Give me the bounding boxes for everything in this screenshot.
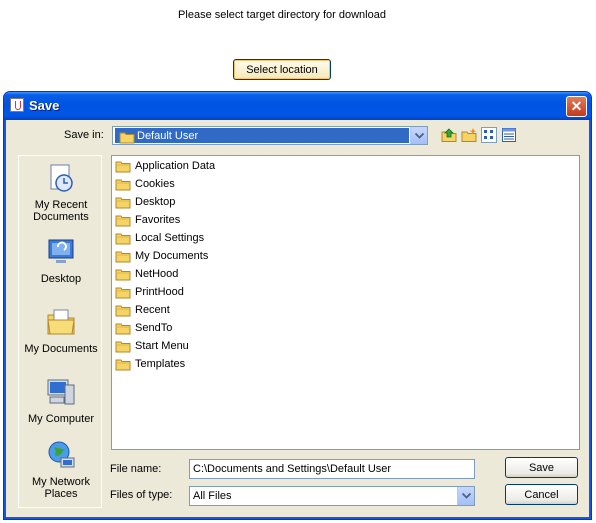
folder-icon — [115, 233, 131, 244]
java-icon — [10, 98, 24, 112]
my-computer-icon — [47, 379, 75, 405]
folder-list-item[interactable]: NetHood — [115, 265, 178, 283]
place-label: Desktop — [40, 273, 82, 285]
desktop-icon — [48, 239, 74, 263]
folder-icon — [115, 305, 131, 316]
places-bar: My Recent Documents Desktop My Documents — [18, 155, 102, 508]
save-button[interactable]: Save — [505, 457, 578, 478]
folder-list-item[interactable]: Favorites — [115, 211, 180, 229]
folder-name: PrintHood — [135, 286, 184, 298]
save-in-selection: Default User — [115, 128, 409, 144]
place-my-documents[interactable]: My Documents — [19, 306, 103, 355]
dialog-title-bar[interactable]: Save ✕ — [4, 92, 591, 120]
save-in-combo[interactable]: Default User — [112, 126, 428, 145]
download-prompt: Please select target directory for downl… — [178, 9, 386, 21]
folder-name: Application Data — [135, 160, 216, 172]
place-desktop[interactable]: Desktop — [19, 236, 103, 285]
place-my-network-places[interactable]: My Network Places — [19, 439, 103, 500]
file-list[interactable]: Application Data Cookies Desktop Favorites L… — [111, 155, 580, 450]
folder-icon — [115, 341, 131, 352]
place-label: My Documents — [24, 343, 98, 355]
folder-name: My Documents — [135, 250, 209, 262]
chevron-down-icon[interactable] — [410, 127, 427, 144]
select-location-button[interactable]: Select location — [233, 59, 331, 80]
folder-icon — [115, 197, 131, 208]
folder-icon — [115, 269, 131, 280]
folder-list-item[interactable]: Start Menu — [115, 337, 189, 355]
recent-documents-icon — [50, 164, 73, 192]
folder-icon — [115, 161, 131, 172]
place-my-computer[interactable]: My Computer — [19, 376, 103, 425]
folder-name: SendTo — [135, 322, 173, 334]
folder-icon — [115, 323, 131, 334]
files-of-type-label: Files of type: — [110, 489, 173, 501]
details-view-icon[interactable] — [501, 127, 517, 143]
folder-name: Recent — [135, 304, 170, 316]
chevron-down-icon[interactable] — [457, 487, 474, 505]
folder-icon — [115, 359, 131, 370]
folder-list-item[interactable]: Application Data — [115, 157, 215, 175]
folder-name: Templates — [135, 358, 186, 370]
cancel-button[interactable]: Cancel — [505, 484, 578, 505]
folder-icon — [115, 179, 131, 190]
place-label: My Recent Documents — [33, 199, 89, 223]
my-documents-icon — [47, 309, 75, 335]
list-view-icon[interactable] — [481, 127, 497, 143]
folder-list-item[interactable]: Templates — [115, 355, 185, 373]
folder-name: NetHood — [135, 268, 179, 280]
folder-name: Local Settings — [135, 232, 205, 244]
folder-list-item[interactable]: Desktop — [115, 193, 175, 211]
close-button[interactable]: ✕ — [566, 96, 587, 117]
folder-name: Cookies — [135, 178, 175, 190]
folder-list-item[interactable]: My Documents — [115, 247, 208, 265]
folder-name: Favorites — [135, 214, 181, 226]
folder-list-item[interactable]: Cookies — [115, 175, 175, 193]
files-of-type-value: All Files — [193, 490, 232, 502]
folder-list-item[interactable]: Local Settings — [115, 229, 204, 247]
folder-icon — [115, 287, 131, 298]
file-name-label: File name: — [110, 463, 162, 475]
network-places-icon — [48, 441, 75, 468]
new-folder-icon[interactable] — [461, 127, 477, 143]
place-label: My Computer — [27, 413, 95, 425]
folder-name: Desktop — [135, 196, 176, 208]
save-in-label: Save in: — [64, 129, 104, 141]
folder-icon — [119, 132, 135, 144]
place-my-recent-documents[interactable]: My Recent Documents — [19, 162, 103, 223]
folder-list-item[interactable]: SendTo — [115, 319, 172, 337]
up-folder-icon[interactable] — [441, 127, 457, 143]
folder-icon — [115, 251, 131, 262]
file-name-input[interactable] — [189, 459, 475, 479]
save-dialog: Save ✕ Save in: Default User My Recent D… — [3, 91, 592, 520]
folder-list-item[interactable]: Recent — [115, 301, 170, 319]
files-of-type-combo[interactable]: All Files — [189, 486, 475, 506]
save-in-value: Default User — [137, 130, 199, 142]
folder-name: Start Menu — [135, 340, 189, 352]
dialog-title: Save — [29, 98, 60, 113]
folder-icon — [115, 215, 131, 226]
place-label: My Network Places — [31, 476, 91, 500]
folder-list-item[interactable]: PrintHood — [115, 283, 184, 301]
